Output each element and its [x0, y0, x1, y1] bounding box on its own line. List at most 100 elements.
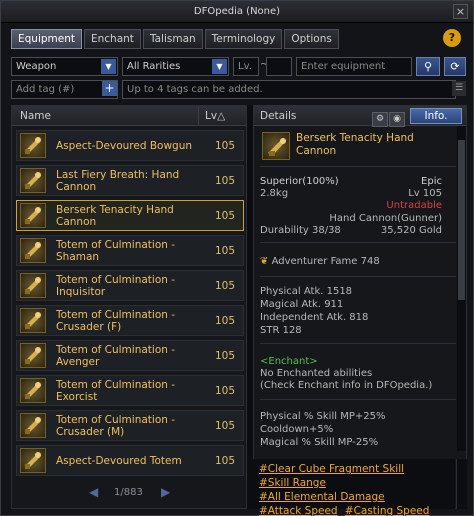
item-icon: [262, 132, 290, 160]
list-item[interactable]: Totem of Culmination - Inquisitor 105: [16, 270, 244, 301]
rarity-select-value: All Rarities: [127, 61, 181, 72]
list-item-level: 105: [214, 420, 235, 432]
tab-equipment[interactable]: Equipment: [11, 29, 82, 49]
list-item-name: Totem of Culmination - Inquisitor: [56, 274, 176, 298]
refresh-icon: ⟳: [450, 60, 460, 73]
title-bar[interactable]: DFOpedia (None) ×: [1, 1, 473, 23]
fame-icon: ❦: [260, 256, 269, 267]
details-panel: Details ⚙ ◉ Info. Berserk Tenacity Hand C…: [253, 105, 467, 509]
list-item-level: 105: [214, 385, 235, 397]
rarity-select[interactable]: All Rarities ▼: [122, 57, 229, 76]
item-grade: Superior(100%): [260, 176, 339, 187]
item-price: 35,520 Gold: [380, 225, 442, 236]
tab-options[interactable]: Options: [284, 29, 339, 49]
list-item[interactable]: Totem of Culmination - Avenger 105: [16, 340, 244, 371]
fame-value: Adventurer Fame 748: [271, 256, 380, 267]
option-2: Cooldown+5%: [260, 424, 334, 435]
list-item[interactable]: Totem of Culmination - Crusader (F) 105: [16, 305, 244, 336]
item-level: Lv 105: [408, 188, 442, 199]
details-title: Details: [260, 110, 297, 122]
tags-scrollbar[interactable]: [456, 459, 467, 509]
page-indicator: 1/883: [114, 487, 143, 498]
list-item-name: Totem of Culmination - Crusader (F): [56, 309, 176, 333]
prev-page-icon[interactable]: ◀: [89, 485, 98, 499]
level-min-input[interactable]: Lv.: [233, 57, 259, 76]
tag-link[interactable]: #Attack Speed: [259, 504, 338, 516]
type-select-value: Weapon: [16, 61, 57, 72]
enchant-title: <Enchant>: [260, 356, 318, 367]
divider: [260, 343, 456, 344]
stat-physical: Physical Atk. 1518: [260, 286, 353, 297]
item-icon: [20, 238, 46, 263]
list-item-name: Totem of Culmination - Avenger: [56, 344, 176, 368]
tag-link[interactable]: #Skill Range: [259, 476, 326, 490]
divider: [260, 399, 456, 400]
details-header: Details ⚙ ◉ Info.: [254, 106, 466, 127]
item-weight-row: 2.8kg Lv 105: [260, 188, 442, 200]
refresh-button[interactable]: ⟳: [444, 57, 466, 76]
item-icon: [20, 133, 46, 158]
list-item-name: Totem of Culmination - Exorcist: [56, 379, 176, 403]
eye-icon[interactable]: ◉: [389, 112, 405, 127]
tab-terminology[interactable]: Terminology: [204, 29, 283, 49]
list-item[interactable]: Totem of Culmination - Shaman 105: [16, 235, 244, 266]
compare-icon[interactable]: ⚙: [372, 112, 388, 127]
close-button[interactable]: ×: [453, 4, 468, 19]
list-item-level: 105: [214, 175, 235, 187]
item-icon: [20, 413, 46, 438]
list-item[interactable]: Last Fiery Breath: Hand Cannon 105: [16, 165, 244, 196]
type-select[interactable]: Weapon ▼: [11, 57, 118, 76]
search-button[interactable]: ⚲: [416, 57, 440, 76]
divider: [260, 166, 456, 167]
list-item-name: Last Fiery Breath: Hand Cannon: [56, 169, 180, 193]
tag-list-toggle[interactable]: ☰: [452, 81, 466, 96]
list-item[interactable]: Berserk Tenacity Hand Cannon 105: [16, 200, 244, 231]
divider: [260, 242, 456, 243]
scroll-thumb[interactable]: [458, 140, 465, 300]
column-level[interactable]: Lv△: [198, 106, 248, 126]
item-rarity: Epic: [421, 176, 442, 187]
column-name[interactable]: Name: [20, 106, 51, 126]
item-type: Hand Cannon(Gunner): [329, 213, 442, 224]
pager: ◀ 1/883 ▶: [81, 485, 181, 501]
add-tag-button[interactable]: +: [102, 81, 117, 96]
stat-independent: Independent Atk. 818: [260, 312, 369, 323]
info-button[interactable]: Info.: [410, 108, 462, 124]
equipment-name-input[interactable]: Enter equipment name.: [296, 57, 412, 89]
stat-magical: Magical Atk. 911: [260, 299, 344, 310]
divider: [260, 276, 456, 277]
dfopedia-window: DFOpedia (None) × Equipment Enchant Tali…: [0, 0, 474, 516]
tag-hint-field: Up to 4 tags can be added.: [122, 80, 456, 99]
tab-talisman[interactable]: Talisman: [142, 29, 203, 49]
list-item[interactable]: Aspect-Devoured Bowgun 105: [16, 130, 244, 161]
tag-bar: Add tag (#) + Up to 4 tags can be added.…: [11, 80, 467, 99]
item-name: Berserk Tenacity Hand Cannon: [296, 132, 414, 157]
item-icon: [20, 308, 46, 333]
list-item[interactable]: Totem of Culmination - Crusader (M) 105: [16, 410, 244, 441]
help-button[interactable]: ?: [443, 29, 461, 47]
enchant-line-2: (Check Enchant info in DFOpedia.): [260, 380, 433, 391]
list-item-name: Berserk Tenacity Hand Cannon: [56, 204, 174, 228]
list-item-level: 105: [214, 140, 235, 152]
fame-row: ❦ Adventurer Fame 748: [260, 256, 442, 268]
tag-link[interactable]: #Casting Speed: [345, 504, 430, 516]
next-page-icon[interactable]: ▶: [161, 485, 170, 499]
list-item-level: 105: [214, 455, 235, 467]
item-grade-row: Superior(100%) Epic: [260, 176, 442, 188]
details-scrollbar[interactable]: [457, 126, 466, 451]
tab-enchant[interactable]: Enchant: [84, 29, 141, 49]
item-icon: [20, 203, 46, 228]
level-max-input[interactable]: [266, 57, 292, 76]
list-item-level: 105: [214, 210, 235, 222]
list-item[interactable]: Totem of Culmination - Exorcist 105: [16, 375, 244, 406]
item-durability-row: Durability 38/38 35,520 Gold: [260, 225, 442, 237]
tag-link[interactable]: #Clear Cube Fragment Skill: [259, 462, 404, 476]
item-icon: [20, 168, 46, 193]
item-weight: 2.8kg: [260, 188, 289, 199]
option-3: Magical % Skill MP-25%: [260, 437, 379, 448]
tab-bar: Equipment Enchant Talisman Terminology O…: [11, 29, 341, 49]
stat-str: STR 128: [260, 325, 302, 336]
item-icon: [20, 448, 46, 473]
list-item[interactable]: Aspect-Devoured Totem 105: [16, 445, 244, 476]
tag-link[interactable]: #All Elemental Damage: [259, 490, 385, 504]
